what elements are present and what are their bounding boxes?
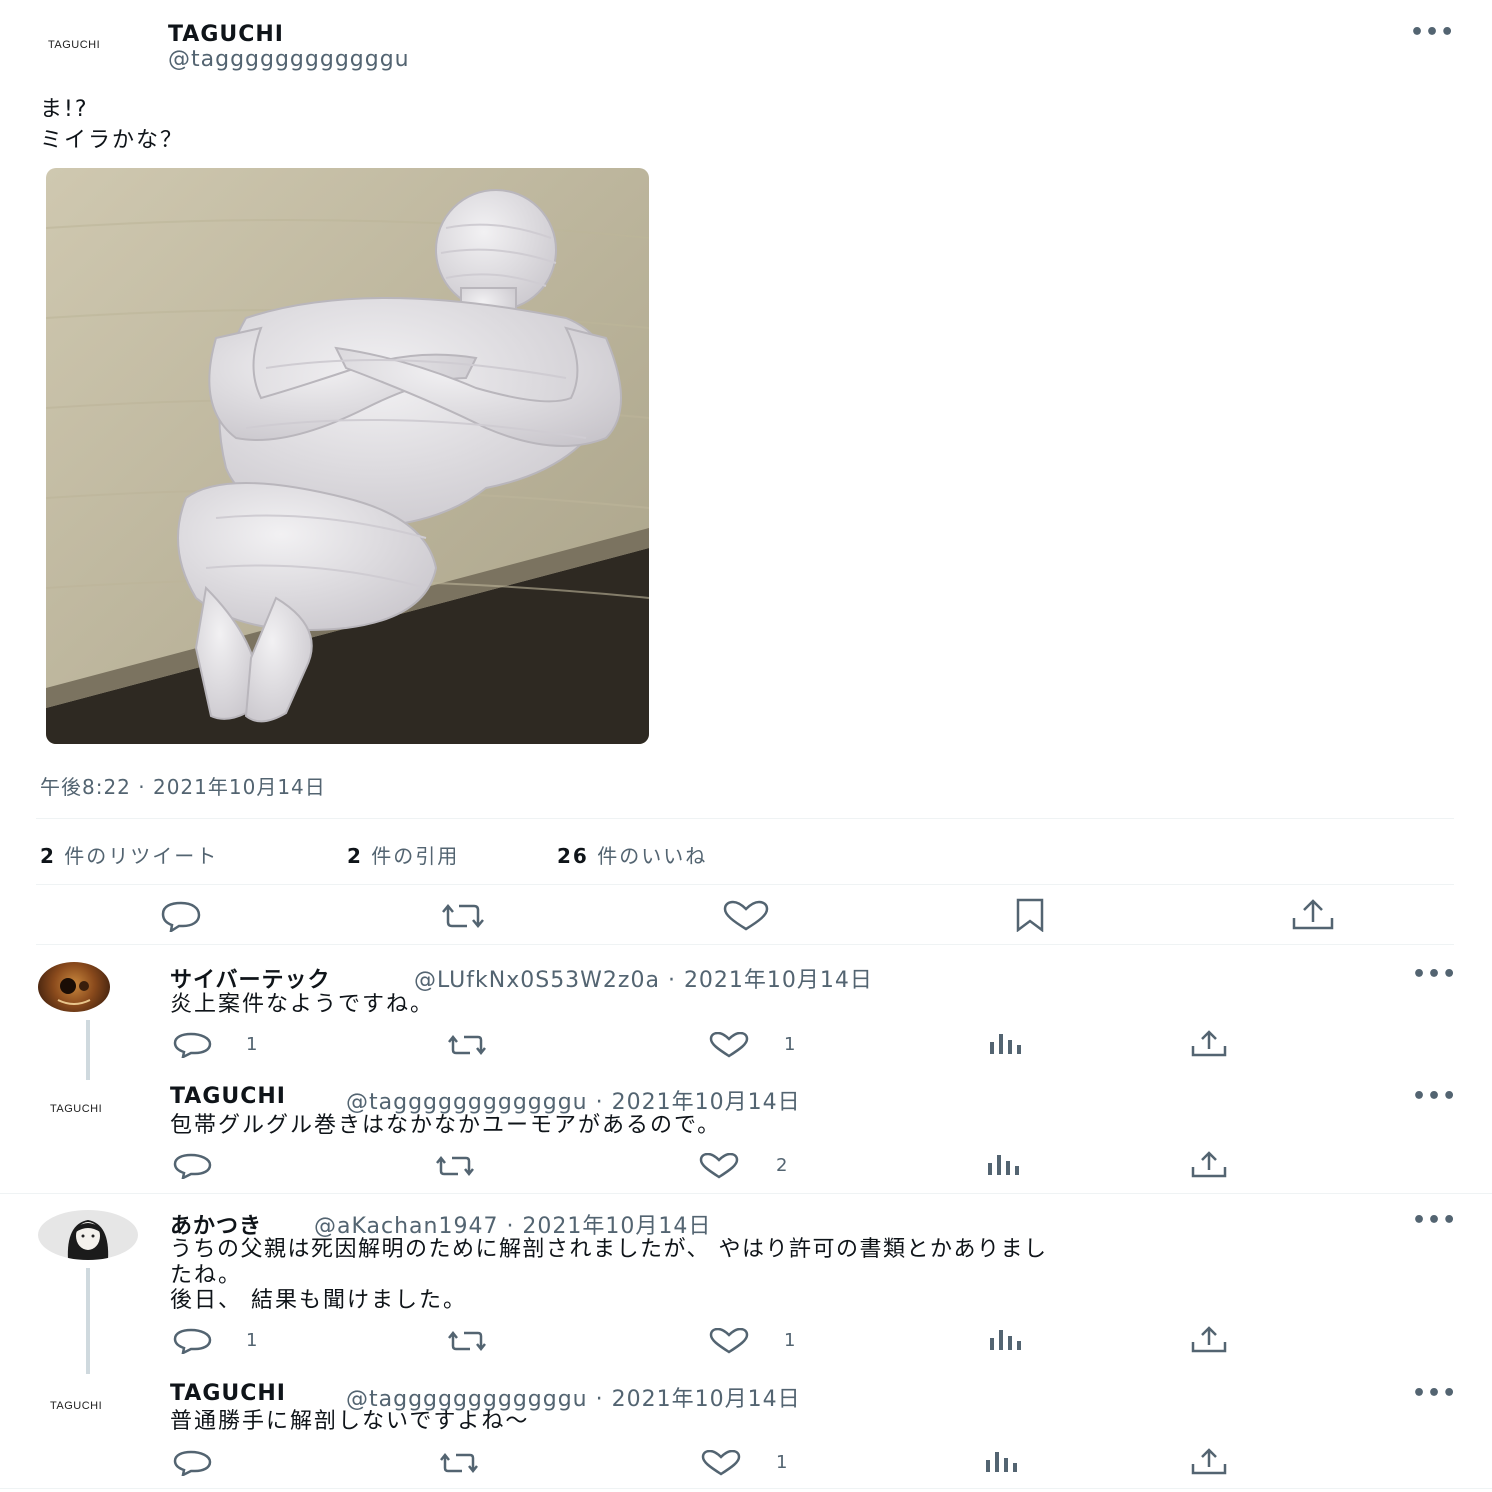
- like-count: 1: [776, 1452, 788, 1473]
- share-icon[interactable]: [1190, 1326, 1228, 1354]
- author-name[interactable]: TAGUCHI: [168, 22, 284, 47]
- analytics-icon[interactable]: [984, 1450, 1020, 1474]
- divider: [36, 944, 1454, 945]
- quotes-count: 2: [347, 844, 363, 868]
- retweet-icon[interactable]: [436, 1451, 482, 1475]
- tweet-text-line-2: ミイラかな？: [40, 128, 185, 153]
- divider: [0, 1488, 1492, 1489]
- like-icon[interactable]: [698, 1153, 740, 1179]
- retweets-stat[interactable]: 2 件のリツイート: [40, 844, 218, 868]
- tweet-text-line-2: たね。: [170, 1263, 243, 1288]
- reply-icon[interactable]: [172, 1328, 214, 1354]
- author-handle[interactable]: @aKachan1947 · 2021年10月14日: [314, 1208, 711, 1240]
- retweets-count: 2: [40, 844, 56, 868]
- author-handle[interactable]: @taggggggggggggu · 2021年10月14日: [346, 1084, 801, 1116]
- share-icon[interactable]: [1190, 1151, 1228, 1179]
- avatar[interactable]: [38, 1210, 138, 1260]
- author-name[interactable]: サイバーテック: [170, 962, 331, 994]
- share-icon[interactable]: [1190, 1448, 1228, 1476]
- avatar[interactable]: [38, 962, 110, 1012]
- tweet-text-line-3: 後日、 結果も聞けました。: [170, 1288, 467, 1313]
- retweet-icon[interactable]: [444, 1329, 490, 1353]
- like-count: 1: [784, 1330, 796, 1351]
- divider: [0, 1193, 1492, 1194]
- author-handle[interactable]: @taggggggggggggu: [168, 47, 410, 72]
- analytics-icon[interactable]: [986, 1153, 1022, 1177]
- reply-icon[interactable]: [157, 900, 205, 932]
- like-icon[interactable]: [708, 1328, 750, 1354]
- more-options-button[interactable]: •••: [1412, 1381, 1457, 1406]
- likes-stat[interactable]: 26 件のいいね: [557, 840, 707, 869]
- author-handle[interactable]: @LUfkNx0S53W2z0a · 2021年10月14日: [414, 962, 873, 994]
- more-options-button[interactable]: •••: [1410, 20, 1455, 45]
- reply-icon[interactable]: [172, 1032, 214, 1058]
- engagement-stats: 2 件のリツイート: [40, 840, 218, 869]
- avatar[interactable]: TAGUCHI: [50, 1400, 102, 1412]
- tweet-text: 普通勝手に解剖しないですよね～: [170, 1409, 530, 1434]
- reply-icon[interactable]: [172, 1450, 214, 1476]
- author-name[interactable]: あかつき: [170, 1208, 262, 1240]
- quotes-label: 件の引用: [371, 844, 460, 868]
- reply-count: 1: [246, 1330, 258, 1351]
- likes-label: 件のいいね: [597, 844, 708, 868]
- likes-count: 26: [557, 844, 589, 868]
- thread-line: [86, 1020, 90, 1080]
- tweet-photo[interactable]: [46, 168, 649, 744]
- retweet-icon[interactable]: [432, 1154, 478, 1178]
- like-icon[interactable]: [721, 900, 771, 932]
- reply-icon[interactable]: [172, 1153, 214, 1179]
- like-count: 1: [784, 1034, 796, 1055]
- more-options-button[interactable]: •••: [1412, 1208, 1457, 1233]
- tweet-timestamp[interactable]: 午後8:22 · 2021年10月14日: [40, 771, 326, 800]
- retweet-icon[interactable]: [437, 902, 489, 930]
- analytics-icon[interactable]: [988, 1032, 1024, 1056]
- tweet-text-line-1: ま!?: [40, 97, 89, 122]
- author-name[interactable]: TAGUCHI: [170, 1381, 286, 1406]
- avatar[interactable]: TAGUCHI: [50, 1103, 102, 1115]
- analytics-icon[interactable]: [988, 1328, 1024, 1352]
- reply-count: 1: [246, 1034, 258, 1055]
- bookmark-icon[interactable]: [1012, 898, 1048, 932]
- tweet-text-line-1: うちの父親は死因解明のために解剖されましたが、 やはり許可の書類とかありまし: [170, 1237, 1048, 1262]
- divider: [36, 884, 1454, 885]
- divider: [36, 818, 1454, 819]
- tweet-text: 炎上案件なようですね。: [170, 992, 435, 1017]
- avatar[interactable]: TAGUCHI: [48, 39, 100, 51]
- retweets-label: 件のリツイート: [64, 844, 219, 868]
- quotes-stat[interactable]: 2 件の引用: [347, 840, 459, 869]
- share-icon[interactable]: [1290, 898, 1336, 932]
- share-icon[interactable]: [1190, 1030, 1228, 1058]
- tweet-text: 包帯グルグル巻きはなかなかユーモアがあるので。: [170, 1113, 722, 1138]
- more-options-button[interactable]: •••: [1412, 962, 1457, 987]
- author-name[interactable]: TAGUCHI: [170, 1084, 286, 1109]
- like-icon[interactable]: [708, 1032, 750, 1058]
- like-count: 2: [776, 1155, 788, 1176]
- like-icon[interactable]: [700, 1450, 742, 1476]
- more-options-button[interactable]: •••: [1412, 1084, 1457, 1109]
- retweet-icon[interactable]: [444, 1033, 490, 1057]
- thread-line: [86, 1268, 90, 1374]
